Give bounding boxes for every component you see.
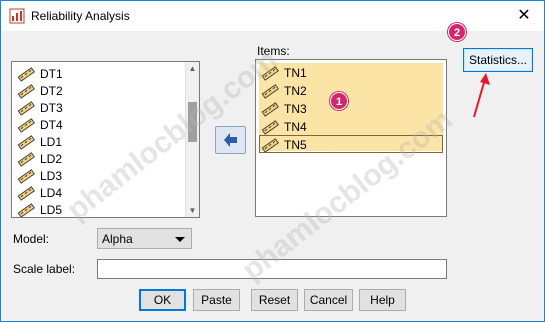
list-item-label: LD1 xyxy=(40,134,63,149)
list-item[interactable]: TN5 xyxy=(260,136,444,153)
list-item-label: LD4 xyxy=(40,185,63,200)
window-title: Reliability Analysis xyxy=(31,9,130,23)
app-icon xyxy=(9,8,25,24)
ruler-icon xyxy=(17,117,35,133)
ruler-icon xyxy=(17,168,35,184)
list-item[interactable]: TN3 xyxy=(260,100,444,117)
ok-button[interactable]: OK xyxy=(139,289,186,311)
scroll-down-icon[interactable]: ▼ xyxy=(186,204,199,217)
list-item-label: DT1 xyxy=(40,66,63,81)
list-item[interactable]: DT1 xyxy=(16,65,186,82)
list-item-label: LD5 xyxy=(40,202,63,217)
ruler-icon xyxy=(261,119,279,135)
source-variable-list[interactable]: DT1 DT2 DT3 DT4 LD1 LD2 LD3 LD4 LD5 ▲ ▼ xyxy=(11,61,200,218)
ruler-icon xyxy=(261,83,279,99)
list-item-label: LD3 xyxy=(40,168,63,183)
scale-label-input[interactable] xyxy=(97,259,447,279)
ruler-icon xyxy=(17,202,35,217)
reliability-analysis-dialog: Reliability Analysis ✕ DT1 DT2 DT3 DT4 L… xyxy=(0,0,545,322)
list-item-label: TN2 xyxy=(284,83,307,98)
items-label: Items: xyxy=(257,44,290,58)
model-value: Alpha xyxy=(102,232,133,246)
list-item[interactable]: DT3 xyxy=(16,99,186,116)
chevron-down-icon xyxy=(175,237,185,242)
annotation-badge-1: 1 xyxy=(330,92,348,110)
move-variables-button[interactable] xyxy=(215,126,246,154)
close-button[interactable]: ✕ xyxy=(512,5,536,27)
paste-button[interactable]: Paste xyxy=(193,289,240,311)
ruler-icon xyxy=(261,101,279,117)
ruler-icon xyxy=(17,134,35,150)
list-item-label: DT2 xyxy=(40,83,63,98)
ruler-icon xyxy=(261,137,279,153)
model-dropdown[interactable]: Alpha xyxy=(97,228,192,249)
arrow-left-icon xyxy=(224,133,237,147)
list-item-label: TN5 xyxy=(284,137,307,152)
scrollbar-thumb[interactable] xyxy=(188,102,197,142)
ruler-icon xyxy=(17,185,35,201)
list-item[interactable]: LD1 xyxy=(16,133,186,150)
scroll-up-icon[interactable]: ▲ xyxy=(186,62,199,75)
list-item[interactable]: DT4 xyxy=(16,116,186,133)
list-item[interactable]: DT2 xyxy=(16,82,186,99)
ruler-icon xyxy=(17,151,35,167)
ruler-icon xyxy=(17,66,35,82)
list-item[interactable]: TN2 xyxy=(260,82,444,99)
list-item[interactable]: TN1 xyxy=(260,64,444,81)
items-list[interactable]: TN1 TN2 TN3 TN4 TN5 xyxy=(255,59,447,217)
list-item-label: TN1 xyxy=(284,65,307,80)
list-item-label: DT3 xyxy=(40,100,63,115)
list-item-label: DT4 xyxy=(40,117,63,132)
list-item-label: LD2 xyxy=(40,151,63,166)
annotation-badge-2: 2 xyxy=(448,23,466,41)
list-item-label: TN3 xyxy=(284,101,307,116)
ruler-icon xyxy=(17,83,35,99)
list-item[interactable]: LD5 xyxy=(16,201,186,217)
model-label: Model: xyxy=(13,232,50,246)
ruler-icon xyxy=(17,100,35,116)
scale-label-label: Scale label: xyxy=(13,262,76,276)
list-item[interactable]: LD2 xyxy=(16,150,186,167)
cancel-button[interactable]: Cancel xyxy=(304,289,353,311)
list-item[interactable]: LD4 xyxy=(16,184,186,201)
annotation-arrow-icon xyxy=(473,73,490,118)
statistics-button[interactable]: Statistics... xyxy=(463,48,533,72)
list-item[interactable]: TN4 xyxy=(260,118,444,135)
list-item[interactable]: LD3 xyxy=(16,167,186,184)
vertical-scrollbar[interactable]: ▲ ▼ xyxy=(185,62,199,217)
reset-button[interactable]: Reset xyxy=(251,289,298,311)
help-button[interactable]: Help xyxy=(359,289,406,311)
list-item-label: TN4 xyxy=(284,119,307,134)
ruler-icon xyxy=(261,65,279,81)
